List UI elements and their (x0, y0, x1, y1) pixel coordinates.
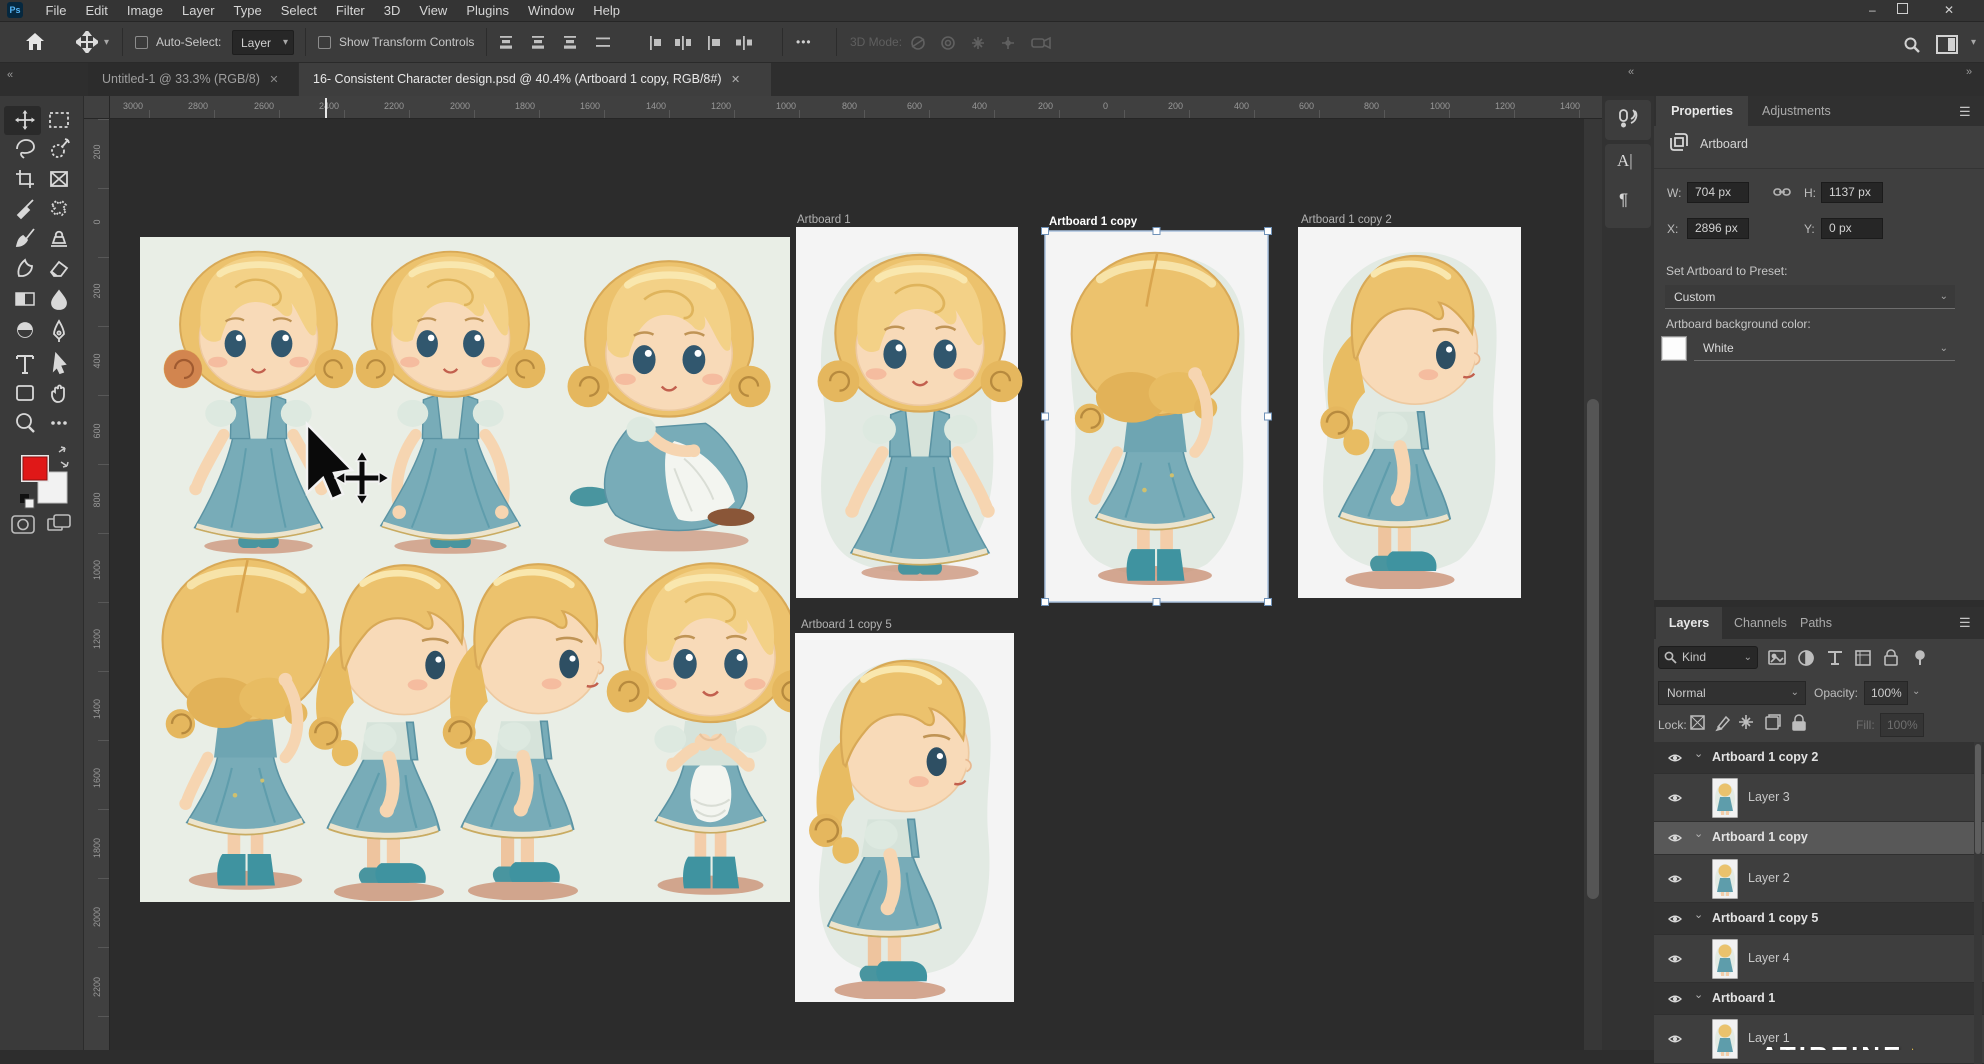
svg-text:Artboard 1 copy 5: Artboard 1 copy 5 (801, 619, 892, 631)
svg-text:Artboard 1 copy 2: Artboard 1 copy 2 (1301, 214, 1392, 226)
svg-text:Artboard 1: Artboard 1 (797, 214, 851, 226)
svg-text:Artboard 1 copy: Artboard 1 copy (1049, 216, 1138, 228)
